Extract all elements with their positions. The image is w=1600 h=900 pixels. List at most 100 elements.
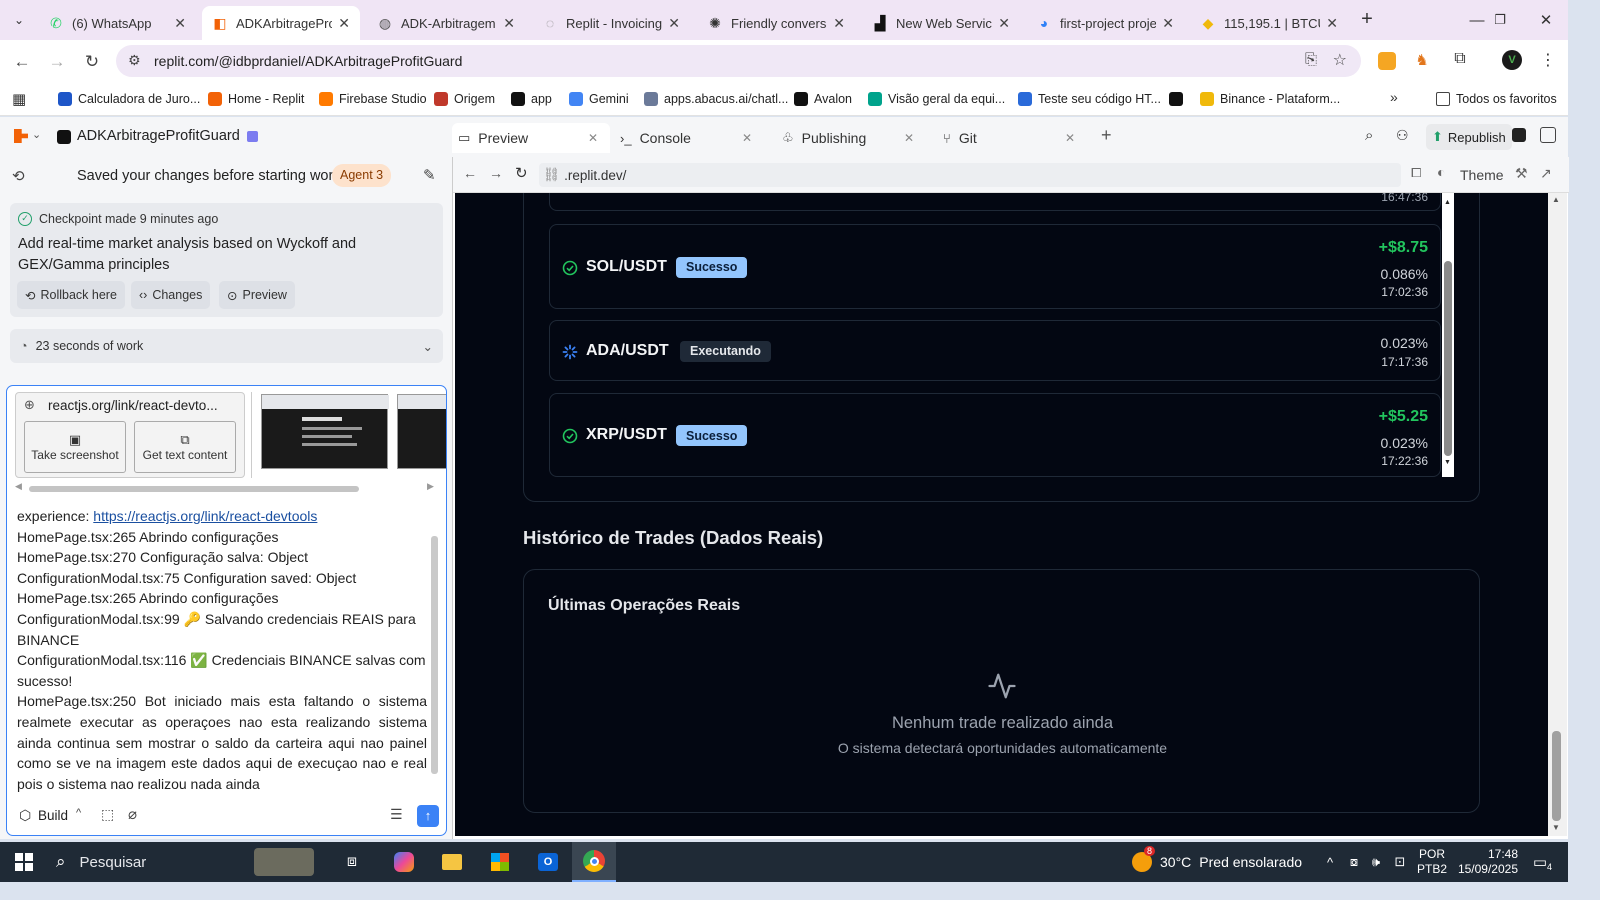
extension-icon[interactable] xyxy=(1378,52,1396,70)
rollback-button[interactable]: ⟲ Rollback here xyxy=(17,281,125,309)
close-tab-icon[interactable]: ✕ xyxy=(833,15,845,32)
tab-preview[interactable]: ▭ Preview ✕ xyxy=(452,123,610,153)
inner-scrollbar[interactable]: ▲ ▼ xyxy=(1442,193,1454,477)
close-tab-icon[interactable]: ✕ xyxy=(338,15,350,32)
agent-input-box[interactable]: ⊕ reactjs.org/link/react-devto... ▣ Take… xyxy=(6,385,447,836)
open-external-icon[interactable]: ↗ xyxy=(1540,165,1552,182)
tab-publishing[interactable]: ♧ Publishing ✕ xyxy=(776,123,926,153)
browser-tab[interactable]: ✺ Friendly conversat ✕ xyxy=(697,6,855,40)
screenshot-thumbnail[interactable] xyxy=(397,394,446,469)
browser-tab[interactable]: ◕ first-project proje ✕ xyxy=(1026,6,1184,40)
close-tab-icon[interactable]: ✕ xyxy=(503,15,515,32)
close-tab-icon[interactable]: ✕ xyxy=(998,15,1010,32)
tab-search-icon[interactable]: ⌄ xyxy=(8,10,30,30)
chevron-down-icon[interactable]: ⌄ xyxy=(32,128,41,141)
message-text[interactable]: experience: https://reactjs.org/link/rea… xyxy=(17,506,427,794)
notifications-icon[interactable]: ▭ 4 xyxy=(1526,842,1554,882)
notifications-icon[interactable] xyxy=(1512,128,1526,142)
taskbar-search[interactable]: ⌕ Pesquisar xyxy=(48,842,320,882)
forward-icon[interactable]: → xyxy=(489,165,503,181)
address-bar[interactable]: ⚙ replit.com/@idbprdaniel/ADKArbitragePr… xyxy=(116,45,1361,77)
browser-tab[interactable]: ◆ 115,195.1 | BTCUS ✕ xyxy=(1190,6,1348,40)
bookmark-item[interactable]: Gemini xyxy=(569,88,629,110)
build-mode-label[interactable]: Build xyxy=(38,808,68,823)
preview-button[interactable]: ⊙ Preview xyxy=(219,281,295,309)
apps-grid-icon[interactable]: ▦ xyxy=(12,90,26,108)
browser-menu-icon[interactable]: ⋮ xyxy=(1540,50,1556,70)
chevron-up-icon[interactable]: ^ xyxy=(76,807,81,819)
chevron-down-icon[interactable]: ⌄ xyxy=(423,339,433,354)
all-bookmarks[interactable]: Todos os favoritos xyxy=(1436,88,1557,110)
more-bookmarks-icon[interactable]: » xyxy=(1390,89,1398,105)
close-tab-icon[interactable]: ✕ xyxy=(668,15,680,32)
file-explorer-icon[interactable] xyxy=(436,842,468,882)
start-icon[interactable] xyxy=(8,842,40,882)
tray-chevron-icon[interactable]: ^ xyxy=(1320,842,1340,882)
invite-user-icon[interactable]: ⚇ xyxy=(1396,127,1409,144)
close-tab-icon[interactable]: ✕ xyxy=(1065,131,1075,145)
attach-icon[interactable]: ⌀ xyxy=(128,805,137,823)
horizontal-scrollbar[interactable] xyxy=(29,486,359,492)
screenshot-thumbnail[interactable] xyxy=(261,394,389,469)
add-tab-icon[interactable]: + xyxy=(1101,125,1112,146)
extensions-puzzle-icon[interactable]: ⧉ xyxy=(1450,50,1470,70)
text-scrollbar[interactable] xyxy=(431,536,438,774)
theme-icon[interactable]: ◐ xyxy=(1437,164,1445,180)
chrome-icon[interactable] xyxy=(572,842,616,882)
bookmark-item[interactable]: Origem xyxy=(434,88,495,110)
bookmark-item[interactable]: Visão geral da equi... xyxy=(868,88,1005,110)
layout-toggle-icon[interactable] xyxy=(1540,127,1556,143)
send-button[interactable]: ↑ xyxy=(417,805,439,827)
bookmark-item[interactable]: app xyxy=(511,88,552,110)
tools-icon[interactable]: ⚒ xyxy=(1515,165,1528,182)
profile-avatar[interactable]: V xyxy=(1502,50,1522,70)
volume-icon[interactable]: 🕪 xyxy=(1366,842,1386,882)
devtools-link[interactable]: https://reactjs.org/link/react-devtools xyxy=(93,508,317,524)
close-tab-icon[interactable]: ✕ xyxy=(1326,15,1338,32)
browser-tab[interactable]: ◌ Replit - Invoicing ✕ xyxy=(532,6,690,40)
metamask-icon[interactable]: ♞ xyxy=(1413,52,1431,70)
back-icon[interactable]: ← xyxy=(8,48,36,76)
clock[interactable]: 17:48 15/09/2025 xyxy=(1452,842,1518,882)
browser-tab[interactable]: ✆ (6) WhatsApp ✕ xyxy=(38,6,196,40)
network-icon[interactable]: ⊡ xyxy=(1390,842,1410,882)
new-chat-icon[interactable]: ✎ xyxy=(423,166,436,184)
select-element-icon[interactable]: ⬚ xyxy=(101,806,114,823)
bookmark-item[interactable]: Firebase Studio xyxy=(319,88,427,110)
project-title[interactable]: ADKArbitrageProfitGuard xyxy=(77,128,240,144)
bookmark-item[interactable]: Teste seu código HT... xyxy=(1018,88,1161,110)
close-tab-icon[interactable]: ✕ xyxy=(742,131,752,145)
tab-console[interactable]: ›_ Console ✕ xyxy=(614,123,764,153)
close-tab-icon[interactable]: ✕ xyxy=(904,131,914,145)
store-icon[interactable] xyxy=(484,842,516,882)
devtools-icon[interactable]: ⧠ xyxy=(1411,165,1421,181)
bookmark-item[interactable]: Home - Replit xyxy=(208,88,304,110)
forward-icon[interactable]: → xyxy=(43,48,71,76)
preview-url-bar[interactable]: ⛓ .replit.dev/ xyxy=(539,163,1401,187)
bookmark-item[interactable]: Avalon xyxy=(794,88,852,110)
bookmark-item[interactable]: Binance - Plataform... xyxy=(1200,88,1340,110)
reload-icon[interactable]: ↻ xyxy=(78,48,106,76)
browser-tab[interactable]: ◧ ADKArbitrageProfi ✕ xyxy=(202,6,360,40)
bookmark-star-icon[interactable]: ☆ xyxy=(1333,50,1347,70)
scroll-left-icon[interactable]: ◀ xyxy=(15,481,22,492)
bookmark-item[interactable]: apps.abacus.ai/chatl... xyxy=(644,88,788,110)
tab-git[interactable]: ⑂ Git ✕ xyxy=(937,123,1087,153)
changes-button[interactable]: ‹› Changes xyxy=(131,281,211,309)
site-info-icon[interactable]: ⚙ xyxy=(128,52,141,69)
scroll-right-icon[interactable]: ▶ xyxy=(427,481,434,492)
close-tab-icon[interactable]: ✕ xyxy=(588,131,598,145)
outlook-icon[interactable]: O xyxy=(532,842,564,882)
camera-icon[interactable]: ⧇ xyxy=(1344,842,1364,882)
work-time-row[interactable]: ◔ 23 seconds of work ⌄ xyxy=(10,329,443,363)
bookmark-item[interactable] xyxy=(1169,88,1189,110)
restore-icon[interactable]: ❐ xyxy=(1478,0,1522,40)
browser-tab[interactable]: ▟ New Web Service ✕ xyxy=(862,6,1020,40)
replit-logo-icon[interactable] xyxy=(14,129,28,143)
weather-widget[interactable]: 8 30°C Pred ensolarado xyxy=(1132,842,1307,882)
browser-tab[interactable]: ◍ ADK-Arbitragem - ✕ xyxy=(367,6,525,40)
get-text-button[interactable]: ⧉ Get text content xyxy=(134,421,236,473)
settings-sliders-icon[interactable]: ☰ xyxy=(390,806,403,823)
reload-icon[interactable]: ↻ xyxy=(515,164,528,182)
install-app-icon[interactable]: ⎘ xyxy=(1305,51,1317,68)
